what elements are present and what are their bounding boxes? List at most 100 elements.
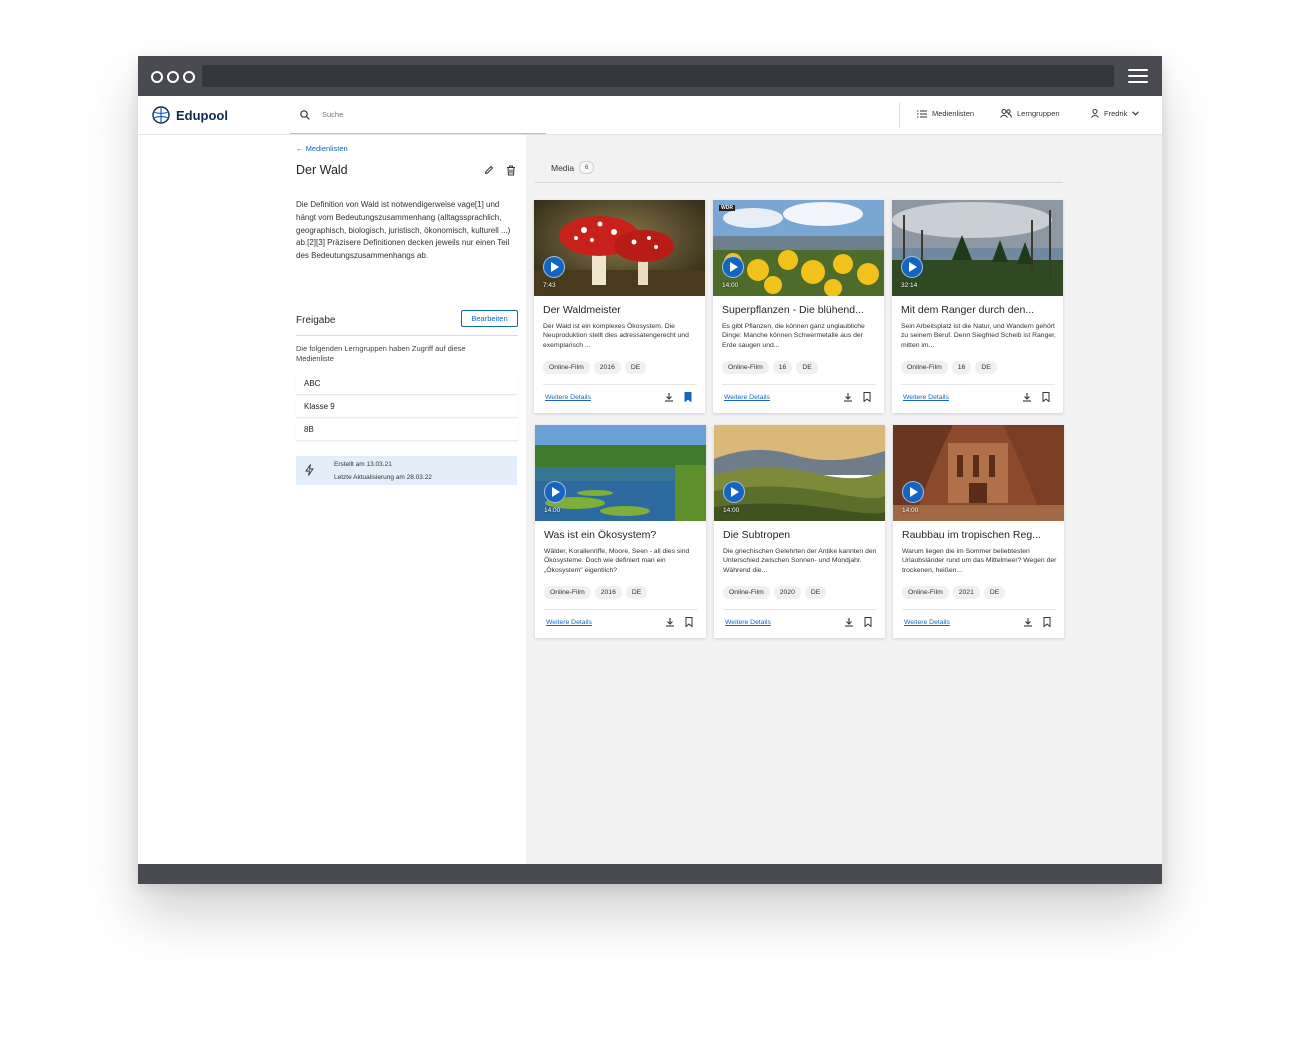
search-bar[interactable] bbox=[290, 96, 546, 134]
card-title[interactable]: Was ist ein Ökosystem? bbox=[544, 529, 700, 541]
edit-pencil-icon[interactable] bbox=[484, 165, 494, 175]
media-card[interactable]: 7:43 Der Waldmeister Der Wald ist ein ko… bbox=[534, 200, 705, 413]
tag-chip: Online-Film bbox=[722, 361, 769, 374]
petra-image[interactable] bbox=[893, 425, 1064, 521]
search-icon bbox=[300, 109, 310, 120]
address-bar[interactable] bbox=[202, 65, 1114, 87]
bookmark-filled-icon[interactable] bbox=[684, 392, 692, 402]
list-sidebar: ← Medienlisten Der Wald Die Definition v… bbox=[138, 135, 526, 864]
media-card[interactable]: 32:14 Mit dem Ranger durch den... Sein A… bbox=[892, 200, 1063, 413]
card-description: Warum liegen die im Sommer beliebtesten … bbox=[902, 548, 1057, 574]
group-item[interactable]: 8B bbox=[296, 419, 518, 441]
hamburger-menu-icon[interactable] bbox=[1128, 69, 1148, 83]
back-link[interactable]: ← Medienlisten bbox=[296, 144, 348, 153]
download-icon[interactable] bbox=[844, 617, 854, 627]
search-input[interactable] bbox=[320, 109, 524, 120]
video-duration: 32:14 bbox=[901, 282, 918, 289]
bookmark-icon[interactable] bbox=[864, 617, 872, 627]
card-title[interactable]: Die Subtropen bbox=[723, 529, 879, 541]
browser-chrome bbox=[138, 56, 1162, 96]
tag-chip: DE bbox=[625, 586, 648, 599]
media-card[interactable]: 14:00 Die Subtropen Die griechischen Gel… bbox=[714, 425, 885, 638]
edit-share-button[interactable]: Bearbeiten bbox=[461, 310, 518, 327]
group-list: ABC Klasse 9 8B bbox=[296, 373, 518, 442]
browser-bottom-bar bbox=[138, 864, 1162, 884]
media-card[interactable]: WDR 14:00 Superpflanzen - Die blühend...… bbox=[713, 200, 884, 413]
details-link[interactable]: Weitere Details bbox=[545, 394, 591, 401]
bookmark-icon[interactable] bbox=[685, 617, 693, 627]
brand-logo[interactable]: Edupool bbox=[152, 106, 228, 124]
users-icon bbox=[1000, 109, 1012, 118]
tag-chip: Online-Film bbox=[901, 361, 948, 374]
bookmark-icon[interactable] bbox=[1042, 392, 1050, 402]
tab-underline bbox=[535, 182, 1063, 183]
card-description: Die griechischen Gelehrten der Antike ka… bbox=[723, 548, 877, 574]
top-navigation: Edupool Medienlisten Lerngruppen Fredrik bbox=[138, 96, 1162, 135]
play-icon[interactable] bbox=[901, 256, 923, 278]
details-link[interactable]: Weitere Details bbox=[546, 619, 592, 626]
video-duration: 14:00 bbox=[723, 507, 740, 514]
divider bbox=[723, 609, 877, 610]
title-actions bbox=[484, 165, 516, 176]
divider bbox=[544, 609, 698, 610]
download-icon[interactable] bbox=[1022, 392, 1032, 402]
video-duration: 14:00 bbox=[544, 507, 561, 514]
nav-medienlisten[interactable]: Medienlisten bbox=[917, 109, 974, 118]
user-menu[interactable]: Fredrik bbox=[1091, 109, 1140, 118]
card-title[interactable]: Superpflanzen - Die blühend... bbox=[722, 304, 878, 316]
card-title[interactable]: Mit dem Ranger durch den... bbox=[901, 304, 1057, 316]
card-description: Wälder, Korallenriffe, Moore, Seen - all… bbox=[544, 548, 690, 574]
window-dot-icon[interactable] bbox=[183, 71, 195, 83]
lake-image[interactable] bbox=[535, 425, 706, 521]
card-tags: Online-Film 2020 DE bbox=[723, 586, 827, 599]
media-area: Media 6 7:43 Der Waldmeister Der Wald is… bbox=[526, 135, 1162, 864]
trash-icon[interactable] bbox=[506, 165, 516, 176]
group-item[interactable]: ABC bbox=[296, 373, 518, 395]
card-title[interactable]: Der Waldmeister bbox=[543, 304, 699, 316]
details-link[interactable]: Weitere Details bbox=[725, 619, 771, 626]
divider bbox=[543, 384, 697, 385]
browser-window: Edupool Medienlisten Lerngruppen Fredrik… bbox=[138, 56, 1162, 884]
download-icon[interactable] bbox=[665, 617, 675, 627]
tag-chip: DE bbox=[796, 361, 818, 374]
play-icon[interactable] bbox=[544, 481, 566, 503]
details-link[interactable]: Weitere Details bbox=[724, 394, 770, 401]
play-icon[interactable] bbox=[723, 481, 745, 503]
play-icon[interactable] bbox=[722, 256, 744, 278]
divider bbox=[722, 384, 876, 385]
play-icon[interactable] bbox=[543, 256, 565, 278]
nav-lerngruppen[interactable]: Lerngruppen bbox=[1000, 109, 1060, 118]
chevron-down-icon bbox=[1132, 111, 1140, 116]
nav-medienlisten-label: Medienlisten bbox=[932, 109, 975, 118]
download-icon[interactable] bbox=[1023, 617, 1033, 627]
media-card[interactable]: 14:00 Raubbau im tropischen Reg... Warum… bbox=[893, 425, 1064, 638]
bookmark-icon[interactable] bbox=[863, 392, 871, 402]
card-tags: Online-Film 16 DE bbox=[722, 361, 818, 374]
list-title: Der Wald bbox=[296, 163, 348, 177]
play-icon[interactable] bbox=[902, 481, 924, 503]
download-icon[interactable] bbox=[664, 392, 674, 402]
group-item[interactable]: Klasse 9 bbox=[296, 396, 518, 418]
details-link[interactable]: Weitere Details bbox=[904, 619, 950, 626]
window-dot-icon[interactable] bbox=[151, 71, 163, 83]
bookmark-icon[interactable] bbox=[1043, 617, 1051, 627]
meta-info-box: Erstellt am 13.03.21 Letzte Aktualisieru… bbox=[296, 456, 517, 485]
flowers-image[interactable] bbox=[713, 200, 884, 296]
share-section-title: Freigabe bbox=[296, 315, 336, 326]
mushroom-image[interactable] bbox=[534, 200, 705, 296]
details-link[interactable]: Weitere Details bbox=[903, 394, 949, 401]
channel-badge: WDR bbox=[719, 205, 735, 211]
hills-image[interactable] bbox=[714, 425, 885, 521]
tag-chip: Online-Film bbox=[902, 586, 949, 599]
media-card[interactable]: 14:00 Was ist ein Ökosystem? Wälder, Kor… bbox=[535, 425, 706, 638]
tag-chip: DE bbox=[983, 586, 1006, 599]
share-note: Die folgenden Lerngruppen haben Zugriff … bbox=[296, 344, 466, 363]
window-dot-icon[interactable] bbox=[167, 71, 179, 83]
tab-media[interactable]: Media 6 bbox=[551, 161, 595, 174]
tag-chip: DE bbox=[804, 586, 827, 599]
card-title[interactable]: Raubbau im tropischen Reg... bbox=[902, 529, 1058, 541]
forest-image[interactable] bbox=[892, 200, 1063, 296]
tag-chip: Online-Film bbox=[543, 361, 590, 374]
download-icon[interactable] bbox=[843, 392, 853, 402]
tag-chip: 2021 bbox=[952, 586, 980, 599]
